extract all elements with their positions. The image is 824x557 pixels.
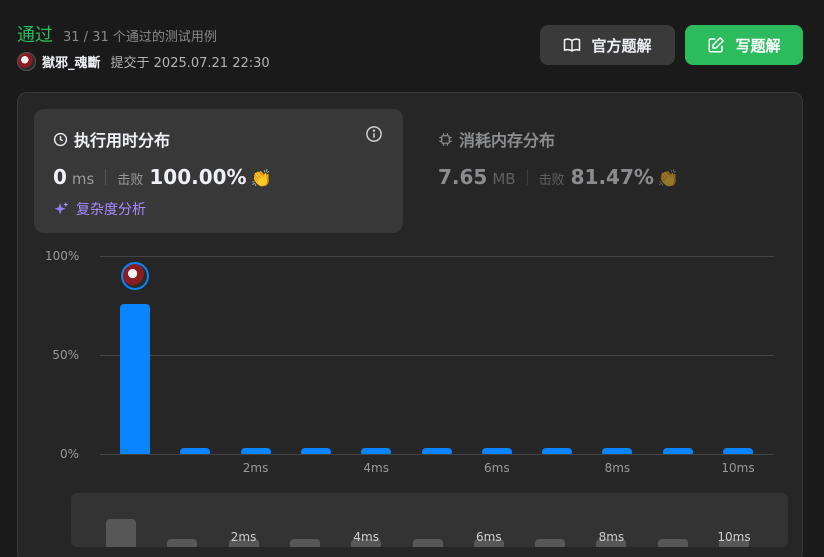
runtime-card[interactable]: 执行用时分布 0 ms 击败 100.00% 👏 复杂度分析 [34,109,403,233]
runtime-card-header: 执行用时分布 [53,127,170,151]
memory-title: 消耗内存分布 [459,131,556,150]
complexity-analysis-link[interactable]: 复杂度分析 [53,199,146,219]
write-solution-label: 写题解 [735,36,781,55]
x-axis-tick-label: 4ms [363,461,389,475]
testcase-count: 31 / 31 个通过的测试用例 [63,30,217,45]
chart-bar[interactable] [723,448,753,454]
minimap-bar [657,539,688,547]
complexity-analysis-label: 复杂度分析 [76,202,146,218]
memory-value: 7.65 [438,165,488,189]
runtime-metrics: 0 ms 击败 100.00% 👏 [53,165,272,189]
y-axis-tick-label: 50% [52,348,79,362]
x-axis-tick-label: 8ms [604,461,631,475]
chart-bar[interactable] [120,303,150,454]
avatar[interactable] [17,52,36,71]
info-icon[interactable] [365,125,383,143]
sparkle-icon [54,201,69,214]
runtime-distribution-chart[interactable]: 100% 50% 0% 2ms 4ms 6ms 8ms 10ms [18,243,804,483]
y-axis-tick-label: 100% [45,249,80,263]
clock-icon [53,132,68,146]
chart-bar[interactable] [662,448,693,454]
chart-bar[interactable] [421,448,452,454]
minimap-bar [412,539,443,547]
clap-icon: 👏 [657,169,680,189]
minimap-bar [535,539,566,547]
official-solution-label: 官方题解 [591,36,652,55]
my-submission-avatar-marker[interactable] [121,261,149,290]
clap-icon: 👏 [250,169,272,189]
chart-bar[interactable] [602,448,633,454]
chart-bar[interactable] [180,448,211,454]
write-solution-button[interactable]: 写题解 [685,25,803,65]
submission-meta: 獄邪_魂斷 提交于 2025.07.21 22:30 [17,52,270,71]
memory-unit: MB [492,170,516,188]
chart-bar[interactable] [240,448,271,454]
minimap-bar [106,518,136,547]
submission-time: 提交于 2025.07.21 22:30 [110,56,270,71]
runtime-title: 执行用时分布 [74,131,171,150]
gridline [100,355,774,356]
status-title: 通过 [17,25,53,46]
chart-range-slider[interactable]: 2ms 4ms 6ms 8ms 10ms [71,493,788,547]
x-axis-tick-label: 6ms [484,461,510,475]
chart-bar[interactable] [361,448,392,454]
runtime-beats-label: 击败 [117,173,144,188]
memory-card[interactable]: 消耗内存分布 7.65 MB 击败 81.47% 👏 [438,109,778,233]
minimap-tick-label: 10ms [717,530,751,544]
gridline [100,256,774,257]
book-icon [564,38,581,52]
edit-icon [708,37,725,53]
runtime-beats-value: 100.00% [149,165,247,189]
y-axis-tick-label: 0% [59,447,79,461]
x-axis-tick-label: 2ms [242,461,269,475]
chart-bar[interactable] [542,448,573,454]
memory-metrics: 7.65 MB 击败 81.47% 👏 [438,165,679,189]
minimap-bar [289,539,320,547]
performance-panel: 执行用时分布 0 ms 击败 100.00% 👏 复杂度分析 消耗内存分布 7.… [17,92,803,557]
minimap-tick-label: 6ms [476,530,502,544]
memory-card-header: 消耗内存分布 [438,127,555,151]
x-axis-tick-label: 10ms [721,461,755,475]
metric-divider [105,169,107,185]
chip-icon [439,132,452,146]
gridline [100,454,774,455]
chart-bar[interactable] [300,448,331,454]
runtime-unit: ms [71,170,95,188]
submission-detail-page: 通过 31 / 31 个通过的测试用例 獄邪_魂斷 提交于 2025.07.21… [0,0,824,557]
memory-beats-value: 81.47% [570,165,654,189]
status-line: 通过 31 / 31 个通过的测试用例 [17,21,217,47]
metric-divider [526,169,528,185]
minimap-tick-label: 4ms [353,530,379,544]
username-link[interactable]: 獄邪_魂斷 [42,52,101,71]
minimap-tick-label: 8ms [598,530,625,544]
minimap-bar [167,539,198,547]
chart-bar[interactable] [481,448,512,454]
minimap-tick-label: 2ms [230,530,257,544]
official-solution-button[interactable]: 官方题解 [540,25,675,65]
memory-beats-label: 击败 [538,173,565,188]
runtime-value: 0 [53,165,67,189]
